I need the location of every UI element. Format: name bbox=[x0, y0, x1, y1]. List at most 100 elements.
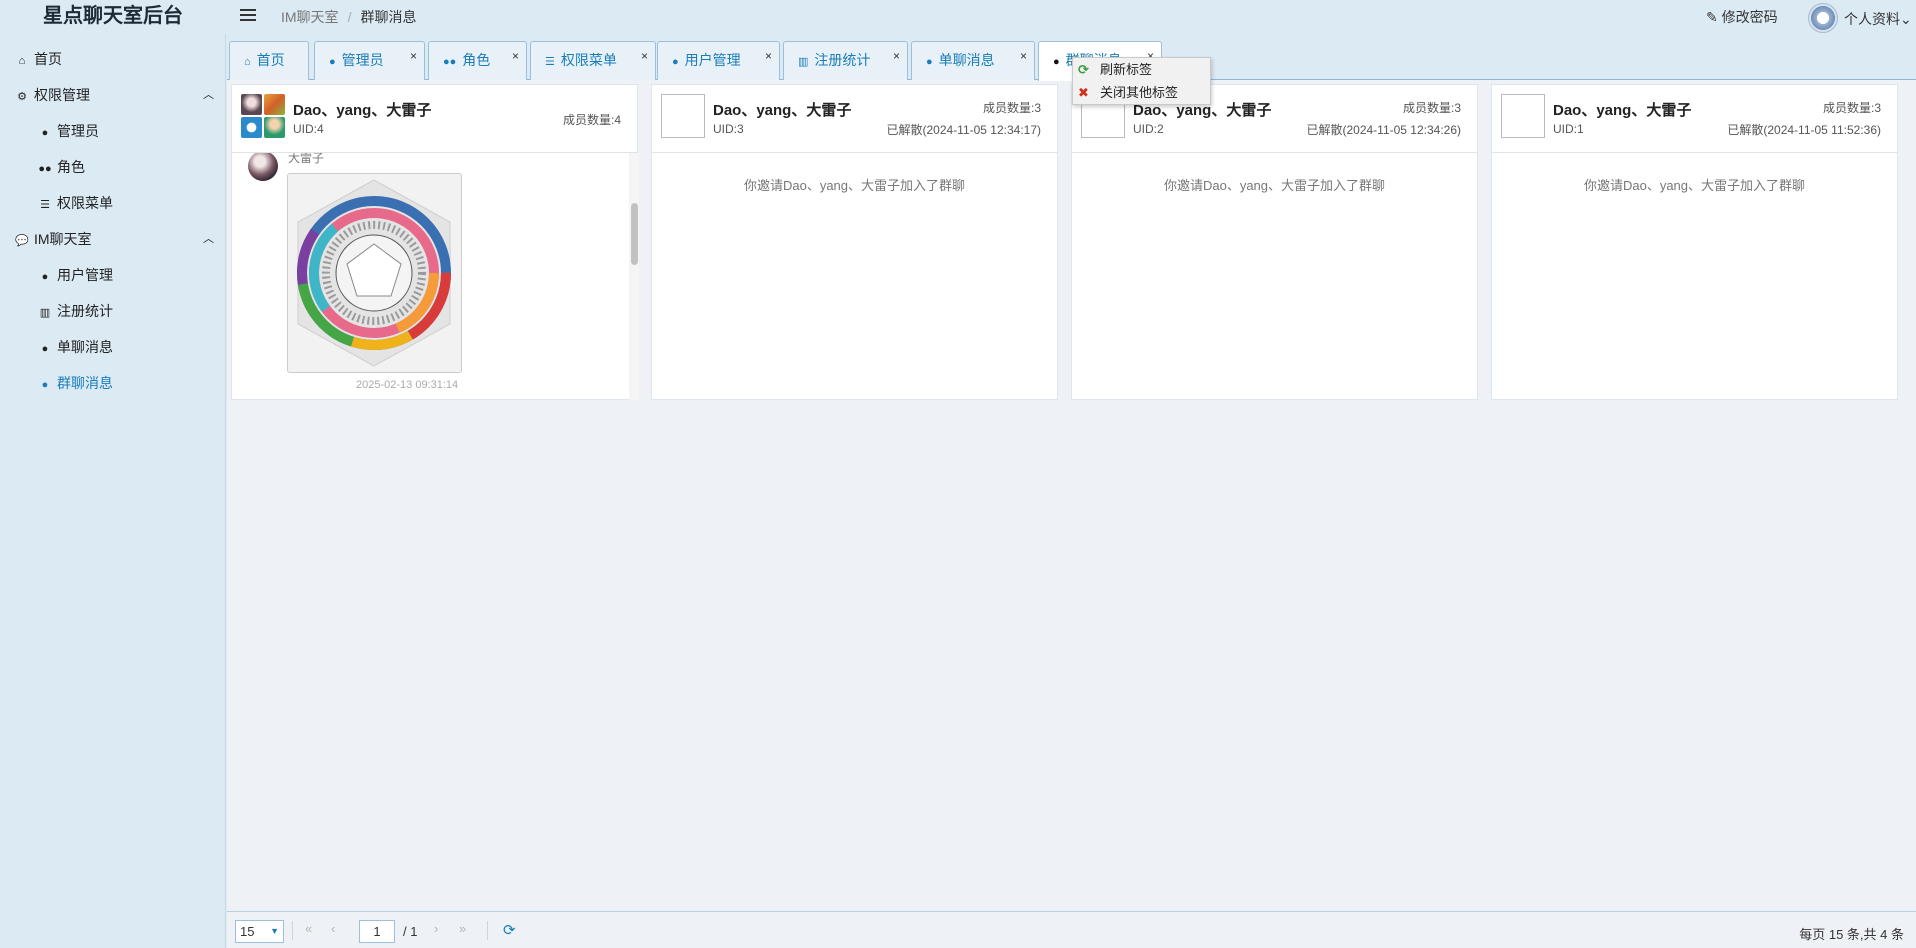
home-icon: ⌂ bbox=[18, 55, 26, 67]
sidebar-item-perm-menu[interactable]: ☰ 权限菜单 bbox=[0, 188, 226, 218]
list-icon: ☰ bbox=[40, 199, 50, 211]
member-count: 成员数量:3 bbox=[1402, 101, 1461, 115]
tab-label: 单聊消息 bbox=[938, 52, 995, 68]
profile-label: 个人资料 bbox=[1844, 11, 1900, 27]
chevron-up-icon: ︿ bbox=[203, 89, 214, 101]
sidebar-item-admins[interactable]: ● 管理员 bbox=[0, 116, 226, 146]
sidebar-item-label: 权限管理 bbox=[34, 87, 90, 103]
bar-chart-icon: ▥ bbox=[39, 307, 51, 319]
tab-users[interactable]: ● 用户管理 × bbox=[657, 41, 780, 80]
group-status: 已解散(2024-11-05 12:34:17) bbox=[886, 123, 1041, 137]
context-item-label: 刷新标签 bbox=[1100, 62, 1153, 77]
sidebar-item-home[interactable]: ⌂ 首页 bbox=[0, 44, 226, 74]
close-icon[interactable]: × bbox=[893, 38, 900, 74]
context-close-others[interactable]: ✖ 关闭其他标签 bbox=[1073, 81, 1210, 104]
sidebar-group-im[interactable]: 💬 IM聊天室 ︿ bbox=[0, 224, 226, 254]
group-card-header: Dao、yang、大雷子 UID:4 成员数量:4 bbox=[232, 85, 637, 153]
scrollbar[interactable] bbox=[629, 153, 639, 400]
close-icon[interactable]: × bbox=[410, 38, 417, 74]
tab-roles[interactable]: ●● 角色 × bbox=[428, 41, 527, 80]
total-pages: / 1 bbox=[403, 924, 418, 939]
app-title: 星点聊天室后台 bbox=[43, 5, 183, 27]
group-card[interactable]: Dao、yang、大雷子 UID:4 成员数量:4 大雷子 2025-02-13… bbox=[231, 84, 639, 400]
tab-perm-menu[interactable]: ☰ 权限菜单 × bbox=[530, 41, 656, 80]
tab-admins[interactable]: ● 管理员 × bbox=[314, 41, 425, 80]
change-password-link[interactable]: ✎ 修改密码 bbox=[1706, 7, 1778, 27]
group-card[interactable]: Dao、yang、大雷子 UID:2 成员数量:3 已解散(2024-11-05… bbox=[1071, 84, 1478, 400]
close-icon[interactable]: × bbox=[765, 38, 772, 74]
tab-label: 首页 bbox=[256, 52, 285, 68]
tab-home[interactable]: ⌂ 首页 bbox=[229, 41, 309, 80]
scrollbar-thumb[interactable] bbox=[631, 203, 638, 265]
group-uid: UID:3 bbox=[713, 122, 744, 136]
sidebar-item-label: 首页 bbox=[34, 51, 62, 67]
sidebar-item-label: IM聊天室 bbox=[34, 231, 92, 247]
pager-divider bbox=[292, 921, 293, 940]
tab-label: 用户管理 bbox=[684, 52, 741, 68]
system-message: 你邀请Dao、yang、大雷子加入了群聊 bbox=[743, 178, 966, 193]
next-page-icon[interactable]: › bbox=[434, 921, 438, 936]
close-icon[interactable]: × bbox=[512, 38, 519, 74]
close-icon[interactable]: × bbox=[641, 38, 648, 74]
sidebar-item-label: 权限菜单 bbox=[57, 195, 113, 211]
sidebar-item-label: 角色 bbox=[57, 159, 85, 175]
pager-divider bbox=[487, 921, 488, 940]
member-count: 成员数量:3 bbox=[982, 101, 1041, 115]
comments-icon: ● bbox=[41, 379, 49, 391]
sidebar-group-permissions[interactable]: ⚙ 权限管理 ︿ bbox=[0, 80, 226, 110]
refresh-icon[interactable]: ⟳ bbox=[503, 921, 516, 939]
breadcrumb-current: 群聊消息 bbox=[360, 9, 417, 25]
prev-page-icon[interactable]: ‹ bbox=[331, 921, 335, 936]
sidebar-item-label: 群聊消息 bbox=[57, 375, 113, 391]
list-icon: ☰ bbox=[545, 56, 555, 68]
group-status: 已解散(2024-11-05 12:34:26) bbox=[1306, 123, 1461, 137]
group-card-header: Dao、yang、大雷子 UID:3 成员数量:3 已解散(2024-11-05… bbox=[652, 85, 1057, 153]
page-size-value: 15 bbox=[240, 924, 255, 939]
group-avatar bbox=[661, 94, 705, 138]
sidebar-item-group-msgs[interactable]: ● 群聊消息 bbox=[0, 368, 226, 398]
breadcrumb-parent[interactable]: IM聊天室 bbox=[281, 9, 339, 25]
user-icon: ● bbox=[329, 56, 336, 68]
breadcrumb-separator: / bbox=[347, 9, 352, 25]
group-status: 已解散(2024-11-05 11:52:36) bbox=[1727, 123, 1881, 137]
tab-label: 管理员 bbox=[341, 52, 384, 68]
message-image[interactable] bbox=[287, 173, 462, 373]
group-uid: UID:1 bbox=[1553, 122, 1584, 136]
users-icon: ●● bbox=[443, 56, 457, 68]
sidebar-item-single-msgs[interactable]: ● 单聊消息 bbox=[0, 332, 226, 362]
group-card[interactable]: Dao、yang、大雷子 UID:1 成员数量:3 已解散(2024-11-05… bbox=[1491, 84, 1898, 400]
group-name: Dao、yang、大雷子 bbox=[1553, 102, 1692, 119]
context-refresh-tab[interactable]: ⟳ 刷新标签 bbox=[1073, 58, 1210, 81]
sidebar-item-reg-stats[interactable]: ▥ 注册统计 bbox=[0, 296, 226, 326]
sidebar-item-label: 管理员 bbox=[57, 123, 99, 139]
menu-toggle-icon[interactable] bbox=[240, 9, 256, 23]
tab-reg-stats[interactable]: ▥ 注册统计 × bbox=[783, 41, 908, 80]
last-page-icon[interactable]: » bbox=[459, 921, 466, 936]
home-icon: ⌂ bbox=[244, 56, 251, 68]
user-icon: ● bbox=[41, 271, 49, 283]
users-icon: ●● bbox=[38, 163, 52, 175]
main-area: ⌂ 首页 ● 管理员 × ●● 角色 × ☰ 权限菜单 × ● 用户管理 × ▥ 注册统计 × ● 单聊… bbox=[227, 34, 1916, 948]
sidebar: ⌂ 首页 ⚙ 权限管理 ︿ ● 管理员 ●● 角色 ☰ 权限菜单 💬 IM聊天室 ︿ ● 用户管理… bbox=[0, 34, 226, 948]
user-icon: ● bbox=[672, 56, 679, 68]
page-number-input[interactable]: 1 bbox=[359, 920, 395, 943]
tab-label: 权限菜单 bbox=[560, 52, 617, 68]
sidebar-item-roles[interactable]: ●● 角色 bbox=[0, 152, 226, 182]
group-uid: UID:4 bbox=[293, 122, 324, 136]
system-message: 你邀请Dao、yang、大雷子加入了群聊 bbox=[1163, 178, 1386, 193]
pager-info: 每页 15 条,共 4 条 bbox=[1799, 927, 1904, 942]
group-card[interactable]: Dao、yang、大雷子 UID:3 成员数量:3 已解散(2024-11-05… bbox=[651, 84, 1058, 400]
message-time: 2025-02-13 09:31:14 bbox=[356, 379, 459, 391]
tab-single-msgs[interactable]: ● 单聊消息 × bbox=[911, 41, 1035, 80]
avatar[interactable] bbox=[1808, 3, 1838, 33]
sidebar-item-users[interactable]: ● 用户管理 bbox=[0, 260, 226, 290]
pagination-bar: 15 ▼ « ‹ 1 / 1 › » ⟳ 每页 15 条,共 4 条 bbox=[227, 911, 1916, 948]
profile-dropdown[interactable]: 个人资料⌄ bbox=[1844, 9, 1912, 29]
close-icon[interactable]: × bbox=[1020, 38, 1027, 74]
close-icon: ✖ bbox=[1078, 85, 1089, 100]
group-avatar bbox=[241, 94, 285, 138]
first-page-icon[interactable]: « bbox=[305, 921, 312, 936]
comment-icon: ● bbox=[41, 343, 49, 355]
page-size-select[interactable]: 15 ▼ bbox=[235, 920, 284, 943]
comments-icon: ● bbox=[1053, 56, 1060, 68]
